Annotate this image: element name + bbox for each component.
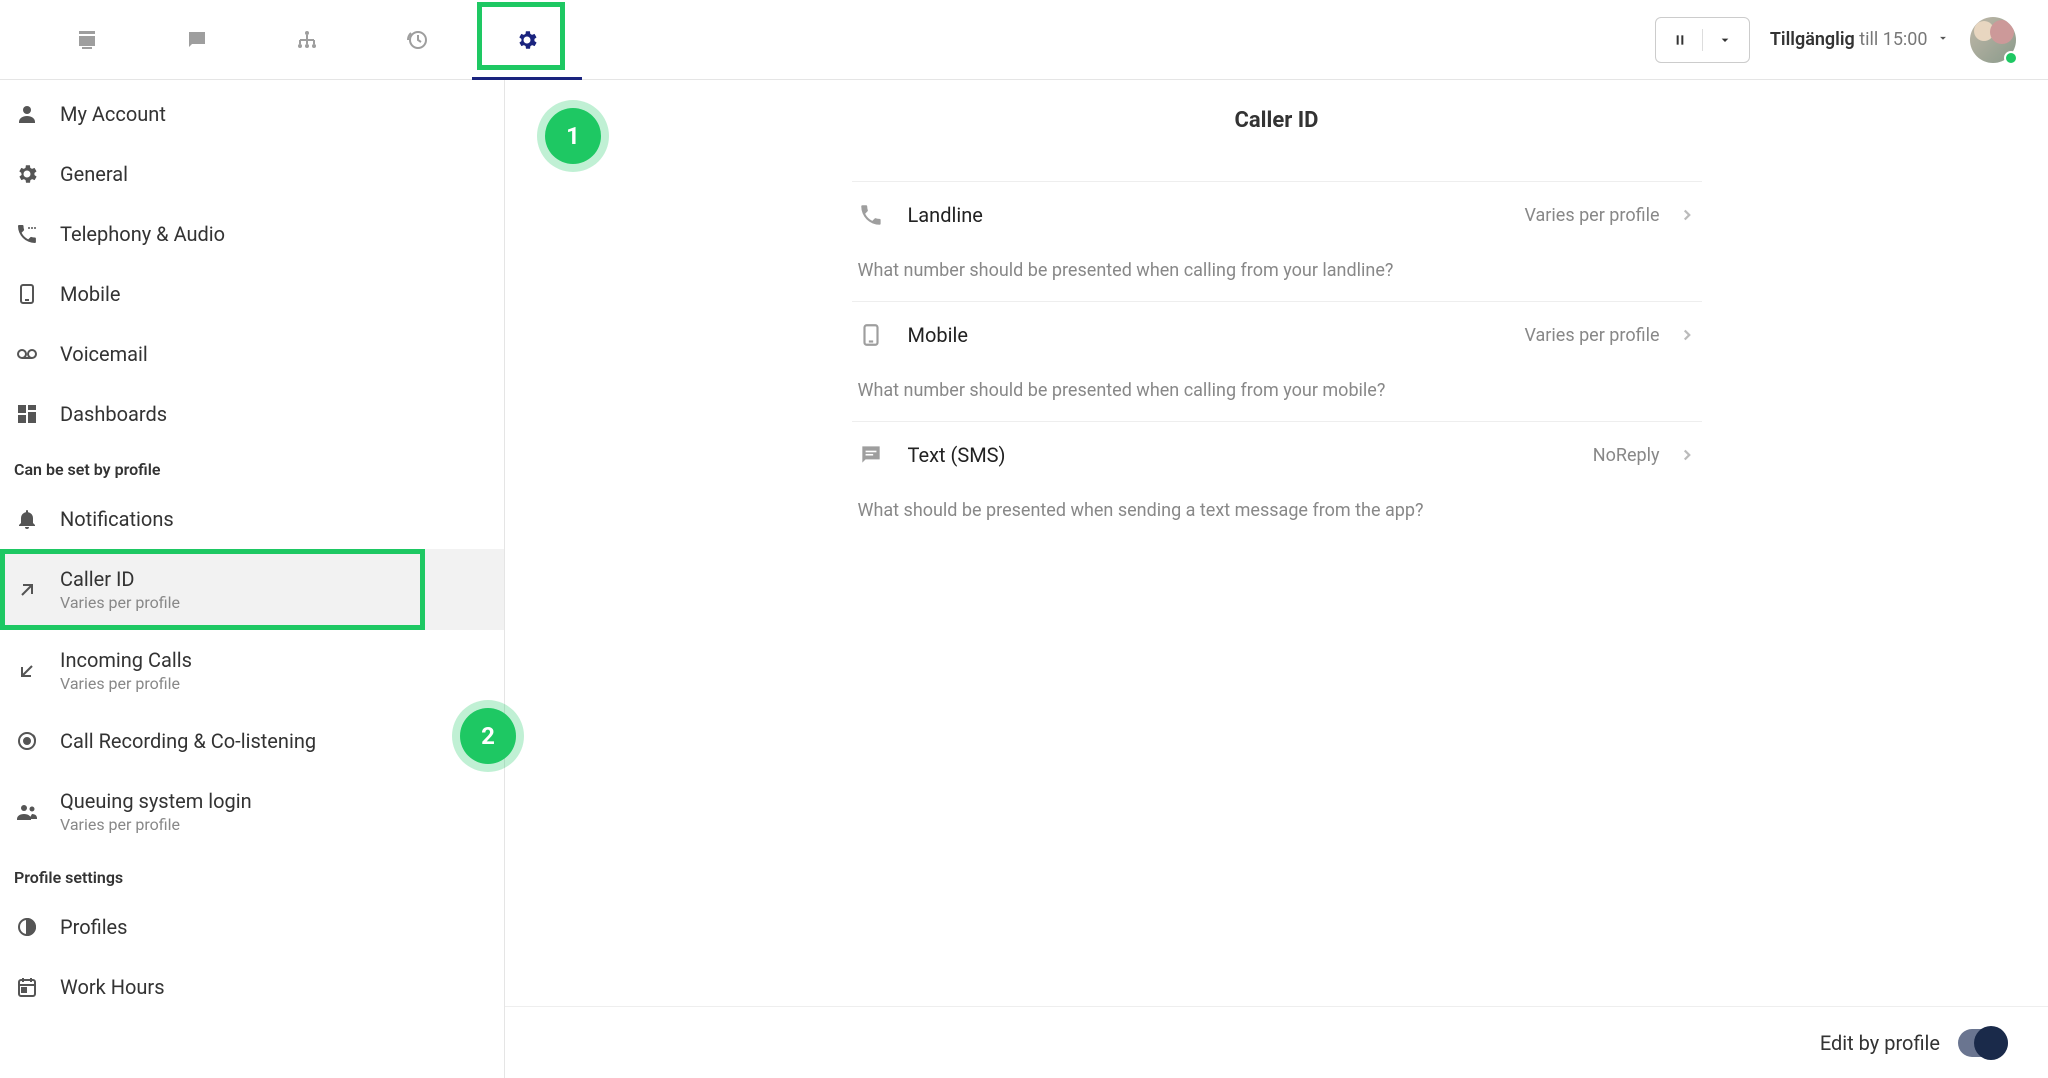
setting-label: Mobile — [908, 323, 968, 347]
sidebar-item-voicemail[interactable]: Voicemail — [0, 324, 504, 384]
sidebar-item-label: Telephony & Audio — [60, 222, 225, 246]
history-icon — [405, 28, 429, 52]
sidebar-item-mobile[interactable]: Mobile — [0, 264, 504, 324]
sidebar-item-queuing[interactable]: Queuing system login Varies per profile — [0, 771, 504, 852]
page-title: Caller ID — [852, 108, 1702, 133]
setting-value: NoReply — [1593, 445, 1660, 466]
pause-dropdown[interactable] — [1655, 17, 1750, 63]
chevron-right-icon — [1678, 206, 1696, 224]
top-tabs — [32, 0, 582, 80]
sidebar-item-dashboards[interactable]: Dashboards — [0, 384, 504, 444]
edit-by-profile-toggle[interactable] — [1958, 1029, 2008, 1057]
sidebar-item-label: General — [60, 162, 128, 186]
sidebar-item-sub: Varies per profile — [60, 674, 192, 693]
setting-row-head[interactable]: Text (SMS) NoReply — [858, 442, 1696, 468]
sidebar-item-label: Incoming Calls — [60, 648, 192, 672]
sidebar-item-my-account[interactable]: My Account — [0, 84, 504, 144]
calendar-icon — [14, 975, 40, 999]
chevron-right-icon — [1678, 326, 1696, 344]
toggle-knob — [1974, 1026, 2008, 1060]
setting-value: Varies per profile — [1524, 325, 1659, 346]
sidebar-item-call-recording[interactable]: Call Recording & Co-listening — [0, 711, 504, 771]
sidebar-item-label: Voicemail — [60, 342, 148, 366]
sidebar-item-telephony[interactable]: Telephony & Audio — [0, 204, 504, 264]
presence-dot — [2004, 51, 2018, 65]
sidebar-item-label: Caller ID — [60, 567, 180, 591]
setting-row-head[interactable]: Landline Varies per profile — [858, 202, 1696, 228]
sidebar-item-label: Queuing system login — [60, 789, 252, 813]
tab-org[interactable] — [252, 0, 362, 80]
sidebar-item-label: Call Recording & Co-listening — [60, 729, 316, 753]
sidebar-item-label: Dashboards — [60, 402, 167, 426]
sidebar-item-sub: Varies per profile — [60, 815, 252, 834]
sidebar-item-work-hours[interactable]: Work Hours — [0, 957, 504, 1017]
setting-row-landline: Landline Varies per profile What number … — [852, 181, 1702, 301]
footer: Edit by profile — [505, 1006, 2048, 1078]
voicemail-icon — [14, 342, 40, 366]
phone-settings-icon — [14, 222, 40, 246]
sidebar-item-sub: Varies per profile — [60, 593, 180, 612]
tab-history[interactable] — [362, 0, 472, 80]
status-time: till 15:00 — [1859, 29, 1927, 50]
content: 1 2 Caller ID Landline Varies per profil… — [505, 80, 2048, 1078]
gear-icon — [14, 162, 40, 186]
sidebar-item-label: Mobile — [60, 282, 120, 306]
sidebar-item-incoming-calls[interactable]: Incoming Calls Varies per profile Varies… — [0, 630, 504, 711]
arrow-in-icon — [14, 659, 40, 683]
arrow-out-icon — [14, 578, 40, 602]
setting-row-head[interactable]: Mobile Varies per profile — [858, 322, 1696, 348]
sidebar-item-label: Work Hours — [60, 975, 165, 999]
pause-icon — [1672, 32, 1688, 48]
tab-settings[interactable] — [472, 0, 582, 80]
chevron-right-icon — [1678, 446, 1696, 464]
status-indicator[interactable]: Tillgänglig till 15:00 — [1770, 29, 1950, 50]
phone-icon — [858, 202, 884, 228]
gear-icon — [515, 28, 539, 52]
status-label: Tillgänglig — [1770, 29, 1855, 50]
content-inner: Caller ID Landline Varies per profile Wh… — [852, 108, 1702, 1006]
sidebar-item-notifications[interactable]: Notifications — [0, 489, 504, 549]
setting-value: Varies per profile — [1524, 205, 1659, 226]
person-icon — [14, 102, 40, 126]
contact-icon — [75, 28, 99, 52]
sidebar-section-header-profile-settings: Profile settings — [0, 852, 504, 897]
caret-down-icon — [1717, 32, 1733, 48]
user-avatar[interactable] — [1970, 17, 2016, 63]
sidebar-item-caller-id[interactable]: Caller ID Varies per profile — [0, 549, 504, 630]
dashboard-icon — [14, 402, 40, 426]
divider — [1702, 29, 1703, 51]
record-icon — [14, 729, 40, 753]
top-bar-right: Tillgänglig till 15:00 — [1655, 17, 2016, 63]
setting-desc: What should be presented when sending a … — [858, 500, 1696, 521]
org-icon — [295, 28, 319, 52]
sidebar-item-label: Profiles — [60, 915, 127, 939]
sidebar-item-label: My Account — [60, 102, 166, 126]
sidebar: My Account General Telephony & Audio Mob… — [0, 80, 505, 1078]
message-icon — [185, 28, 209, 52]
setting-label: Text (SMS) — [908, 443, 1006, 467]
mobile-icon — [858, 322, 884, 348]
top-bar: Tillgänglig till 15:00 — [0, 0, 2048, 80]
sidebar-item-label: Notifications — [60, 507, 174, 531]
annotation-marker-1: 1 — [545, 108, 601, 164]
mobile-icon — [14, 282, 40, 306]
setting-desc: What number should be presented when cal… — [858, 260, 1696, 281]
people-icon — [14, 800, 40, 824]
sms-icon — [858, 442, 884, 468]
setting-row-text: Text (SMS) NoReply What should be presen… — [852, 421, 1702, 541]
edit-by-profile-label: Edit by profile — [1820, 1031, 1940, 1055]
setting-desc: What number should be presented when cal… — [858, 380, 1696, 401]
sidebar-section-header-profile: Can be set by profile — [0, 444, 504, 489]
half-circle-icon — [14, 915, 40, 939]
setting-row-mobile: Mobile Varies per profile What number sh… — [852, 301, 1702, 421]
tab-contacts[interactable] — [32, 0, 142, 80]
tab-messages[interactable] — [142, 0, 252, 80]
sidebar-item-profiles[interactable]: Profiles — [0, 897, 504, 957]
bell-icon — [14, 507, 40, 531]
sidebar-item-general[interactable]: General — [0, 144, 504, 204]
main: My Account General Telephony & Audio Mob… — [0, 80, 2048, 1078]
caret-down-icon — [1936, 31, 1950, 45]
setting-label: Landline — [908, 203, 983, 227]
